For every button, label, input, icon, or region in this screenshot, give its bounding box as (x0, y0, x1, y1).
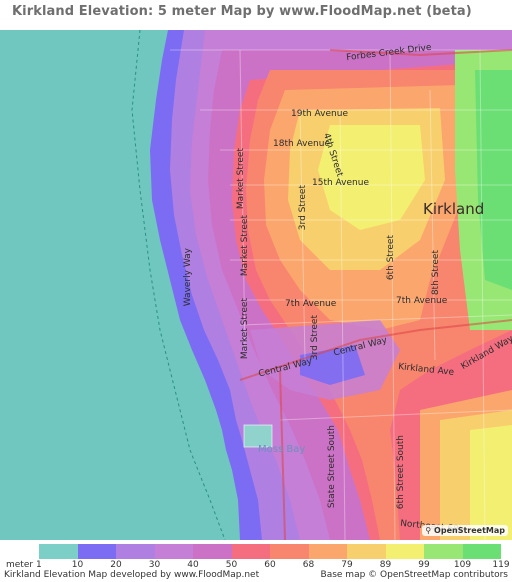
elevation-legend: meter 1 10 20 30 40 50 60 68 79 89 99 109 119 Kirkl… (0, 540, 512, 582)
legend-tick: 79 (341, 560, 353, 570)
legend-swatch (424, 544, 463, 559)
legend-tick: 30 (148, 560, 161, 570)
legend-swatch (231, 544, 270, 559)
legend-swatch (385, 544, 424, 559)
street-market-3: Market Street (240, 298, 250, 360)
street-7th-left: 7th Avenue (285, 299, 337, 309)
street-market-2: Market Street (240, 215, 250, 277)
openstreetmap-logo[interactable]: ⚲ OpenStreetMap (422, 525, 508, 536)
street-waverly: Waverly Way (183, 248, 193, 307)
city-label: Kirkland (423, 200, 485, 218)
legend-tick: 10 (71, 560, 84, 570)
legend-swatch (193, 544, 232, 559)
legend-swatch (77, 544, 116, 559)
street-19th: 19th Avenue (291, 109, 348, 119)
legend-swatch (154, 544, 193, 559)
elevation-map[interactable]: Forbes Creek Drive 19th Avenue 18th Aven… (0, 30, 512, 540)
legend-first-tick: 1 (35, 560, 42, 570)
legend-swatch (270, 544, 309, 559)
street-7th-right: 7th Avenue (396, 296, 448, 306)
moss-bay-label: Moss Bay (258, 444, 306, 455)
legend-unit: meter (6, 560, 34, 570)
street-market-1: Market Street (236, 148, 246, 210)
header: Kirkland Elevation: 5 meter Map by www.F… (0, 0, 512, 30)
street-6th-south: 6th Street South (396, 435, 406, 510)
legend-swatch (347, 544, 386, 559)
elevation-band-99-south (470, 425, 512, 540)
legend-swatches (39, 544, 501, 559)
street-state-south: State Street South (327, 425, 337, 509)
legend-tick: 109 (453, 560, 472, 570)
legend-tick: 99 (418, 560, 430, 570)
magnifier-icon: ⚲ (425, 526, 432, 535)
legend-first-label: meter 1 (6, 560, 42, 570)
legend-swatch (308, 544, 347, 559)
street-8th: 8th Street (431, 250, 441, 296)
footer-credit[interactable]: Kirkland Elevation Map developed by www.… (4, 570, 259, 580)
street-3rd-2: 3rd Street (310, 315, 320, 361)
street-3rd-1: 3rd Street (298, 185, 308, 231)
legend-tick: 40 (187, 560, 199, 570)
footer-basemap-credit[interactable]: Base map © OpenStreetMap contributors (321, 570, 508, 580)
footer: Kirkland Elevation Map developed by www.… (0, 570, 512, 582)
street-18th: 18th Avenue (273, 139, 330, 149)
logo-text: OpenStreetMap (434, 526, 505, 535)
street-15th: 15th Avenue (312, 178, 369, 188)
street-6th: 6th Street (386, 235, 396, 281)
legend-tick: 50 (225, 560, 238, 570)
legend-tick: 119 (492, 560, 510, 570)
legend-swatch (116, 544, 155, 559)
legend-tick: 89 (379, 560, 392, 570)
legend-swatch (39, 544, 78, 559)
legend-swatch (462, 544, 501, 559)
legend-tick: 60 (264, 560, 276, 570)
page-title: Kirkland Elevation: 5 meter Map by www.F… (12, 4, 472, 19)
legend-tick: 68 (302, 560, 315, 570)
legend-tick: 20 (110, 560, 122, 570)
